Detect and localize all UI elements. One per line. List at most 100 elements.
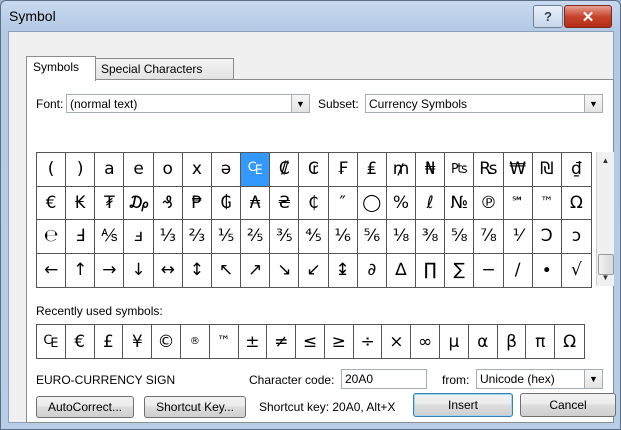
symbol-cell[interactable]: ⅎ: [124, 220, 154, 254]
symbol-cell[interactable]: ₩: [503, 153, 533, 187]
symbol-cell[interactable]: ⅓: [153, 220, 183, 254]
symbol-cell[interactable]: o: [153, 153, 183, 187]
symbol-cell[interactable]: ↙: [299, 253, 329, 287]
symbol-cell[interactable]: ∂: [358, 253, 387, 287]
recent-symbol-cell[interactable]: ©: [152, 325, 181, 358]
recent-symbol-cell[interactable]: €: [66, 325, 95, 358]
symbol-cell[interactable]: ⅘: [299, 220, 329, 254]
symbol-cell[interactable]: ə: [211, 153, 242, 187]
symbol-cell[interactable]: ″: [328, 186, 358, 220]
close-button[interactable]: ✕: [564, 5, 612, 28]
symbol-cell[interactable]: √: [562, 254, 591, 288]
chevron-down-icon[interactable]: ▼: [584, 95, 602, 112]
recent-symbol-cell[interactable]: ®: [181, 325, 210, 358]
symbol-cell[interactable]: ⅖: [241, 220, 271, 254]
tab-special-characters[interactable]: Special Characters: [94, 58, 234, 80]
symbol-cell[interactable]: −: [474, 253, 504, 287]
symbol-cell[interactable]: ₦: [416, 153, 446, 187]
symbol-cell[interactable]: ↕: [183, 253, 212, 287]
recent-symbol-cell[interactable]: ₠: [37, 325, 66, 358]
symbol-cell[interactable]: a: [95, 153, 125, 187]
recent-symbol-cell[interactable]: ±: [239, 325, 268, 358]
symbol-cell[interactable]: ↄ: [561, 220, 591, 254]
scroll-up-icon[interactable]: ▲: [597, 152, 614, 169]
symbol-cell[interactable]: e: [124, 153, 154, 187]
font-select[interactable]: (normal text) ▼: [66, 94, 310, 113]
symbol-cell[interactable]: ↔: [154, 253, 183, 287]
recent-symbol-cell[interactable]: β: [498, 325, 527, 358]
subset-select[interactable]: Currency Symbols ▼: [365, 94, 603, 113]
symbol-cell[interactable]: ₫: [561, 153, 591, 187]
symbol-cell[interactable]: ←: [37, 253, 67, 287]
recent-symbol-cell[interactable]: £: [95, 325, 124, 358]
symbol-cell[interactable]: ₢: [299, 153, 329, 187]
symbol-cell[interactable]: ⅍: [95, 220, 125, 254]
recent-symbol-cell[interactable]: µ: [440, 325, 469, 358]
symbol-cell[interactable]: ↖: [212, 253, 242, 287]
autocorrect-button[interactable]: AutoCorrect...: [36, 396, 134, 418]
symbol-cell[interactable]: ₤: [357, 153, 387, 187]
symbol-cell[interactable]: ₠: [241, 153, 271, 187]
symbol-cell[interactable]: ⅟: [503, 220, 533, 254]
symbol-cell[interactable]: Ↄ: [532, 220, 562, 254]
shortcut-key-button[interactable]: Shortcut Key...: [144, 396, 246, 418]
symbol-cell[interactable]: ⅚: [357, 220, 387, 254]
symbol-cell[interactable]: Ⅎ: [66, 220, 96, 254]
symbol-cell[interactable]: €: [37, 186, 67, 220]
symbol-cell[interactable]: ⅕: [211, 220, 242, 254]
recent-symbol-cell[interactable]: Ω: [555, 325, 584, 358]
character-code-input[interactable]: 20A0: [341, 369, 427, 389]
recent-symbol-cell[interactable]: π: [526, 325, 556, 358]
symbol-cell[interactable]: ⅗: [270, 220, 300, 254]
chevron-down-icon[interactable]: ▼: [291, 95, 309, 112]
symbol-cell[interactable]: %: [386, 186, 417, 220]
symbol-cell[interactable]: ₴: [270, 186, 300, 220]
insert-button[interactable]: Insert: [413, 393, 513, 417]
recent-symbol-cell[interactable]: α: [469, 325, 498, 358]
symbol-cell[interactable]: ∑: [445, 253, 475, 287]
symbol-cell[interactable]: Ω: [561, 187, 591, 220]
symbol-cell[interactable]: ₭: [66, 186, 96, 220]
symbol-cell[interactable]: ₳: [241, 186, 271, 220]
symbol-cell[interactable]: ℗: [474, 186, 504, 220]
symbol-cell[interactable]: ↘: [270, 253, 300, 287]
tab-symbols[interactable]: Symbols: [26, 56, 96, 81]
symbol-cell[interactable]: ℠: [503, 186, 533, 220]
symbol-cell[interactable]: ∏: [416, 253, 446, 287]
symbol-cell[interactable]: ₡: [270, 153, 300, 187]
recent-symbol-cell[interactable]: ¥: [123, 325, 153, 358]
symbol-cell[interactable]: ◯: [357, 186, 387, 220]
symbol-cell[interactable]: ↑: [66, 253, 96, 287]
scroll-down-icon[interactable]: ▼: [597, 269, 614, 286]
symbol-cell[interactable]: ™: [532, 186, 562, 220]
symbol-cell[interactable]: ₮: [95, 186, 125, 220]
symbol-cell[interactable]: ₰: [153, 186, 183, 220]
recent-symbol-cell[interactable]: ™: [210, 325, 239, 358]
symbol-cell[interactable]: ₲: [211, 186, 242, 220]
symbol-cell[interactable]: ∕: [504, 253, 533, 287]
symbol-cell[interactable]: ↨: [329, 253, 358, 287]
from-select[interactable]: Unicode (hex) ▼: [476, 369, 603, 389]
symbol-cell[interactable]: ℓ: [416, 186, 446, 220]
symbol-grid-scrollbar[interactable]: ▲ ▼: [596, 152, 614, 286]
symbol-cell[interactable]: ₨: [474, 153, 504, 187]
symbol-cell[interactable]: ₣: [328, 153, 358, 187]
symbol-cell[interactable]: ₪: [532, 153, 562, 187]
cancel-button[interactable]: Cancel: [520, 393, 616, 417]
symbol-cell[interactable]: ₵: [299, 186, 329, 220]
symbol-cell[interactable]: ₯: [124, 186, 154, 220]
symbol-cell[interactable]: ∆: [387, 253, 417, 287]
recent-symbol-cell[interactable]: ÷: [354, 325, 383, 358]
symbol-cell[interactable]: ↗: [241, 253, 271, 287]
chevron-down-icon[interactable]: ▼: [584, 370, 602, 388]
symbol-cell[interactable]: №: [445, 186, 475, 220]
symbol-cell[interactable]: ⅙: [328, 220, 358, 254]
symbol-cell[interactable]: ⅞: [474, 220, 504, 254]
symbol-cell[interactable]: ℮: [37, 220, 67, 254]
recent-symbol-cell[interactable]: ×: [382, 325, 412, 358]
help-button[interactable]: ?: [533, 5, 563, 28]
symbol-cell[interactable]: ∙: [533, 253, 562, 287]
symbol-cell[interactable]: ↓: [124, 253, 154, 287]
symbol-cell[interactable]: ⅜: [416, 220, 446, 254]
symbol-cell[interactable]: →: [95, 253, 125, 287]
